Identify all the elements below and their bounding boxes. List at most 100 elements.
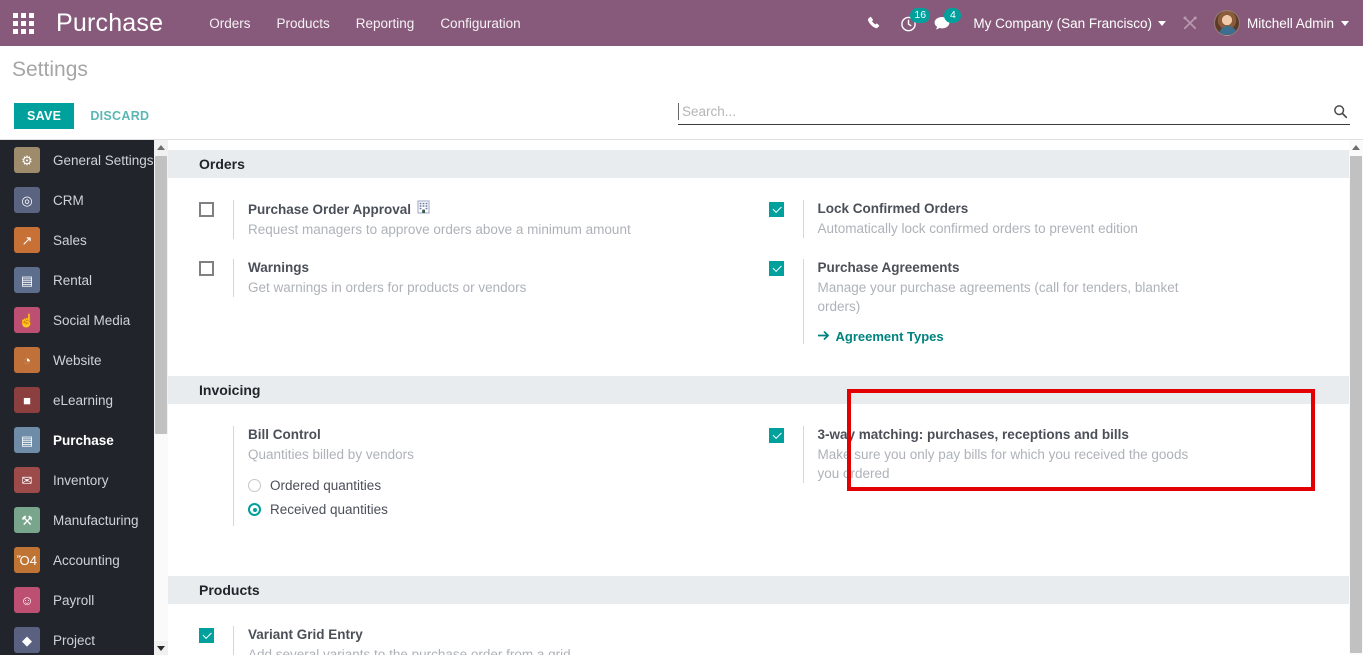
handshake-icon: ◎ [14, 187, 40, 213]
content-scrollbar[interactable] [1349, 140, 1363, 655]
sidebar-item-accounting[interactable]: Ὄ4 Accounting [0, 540, 168, 580]
discard-button[interactable]: DISCARD [82, 103, 157, 129]
search-input[interactable] [678, 103, 1331, 120]
box-icon: ✉ [14, 467, 40, 493]
invoice-icon: Ὄ4 [14, 547, 40, 573]
setting-description: Automatically lock confirmed orders to p… [817, 221, 1138, 236]
setting-warnings: Warnings Get warnings in orders for produ… [168, 259, 759, 344]
settings-row: Purchase Order Approval Request managers … [168, 200, 1349, 259]
checkbox-variant-grid-entry[interactable] [199, 628, 214, 643]
wrench-icon: ⚒ [14, 507, 40, 533]
clock-activity-icon[interactable]: 16 [891, 0, 931, 46]
setting-text-block: Lock Confirmed Orders Automatically lock … [802, 200, 1138, 238]
setting-description: Add several variants to the purchase ord… [248, 647, 571, 655]
menu-item-products[interactable]: Products [276, 16, 329, 31]
checkbox-purchase-order-approval[interactable] [199, 202, 214, 217]
page-title: Settings [12, 58, 88, 81]
sidebar-item-label: CRM [53, 192, 84, 208]
setting-description: Quantities billed by vendors [248, 447, 414, 462]
sidebar-item-general-settings[interactable]: ⚙ General Settings [0, 140, 168, 180]
agreement-types-link[interactable]: Agreement Types [817, 329, 944, 344]
sidebar-scroll-thumb[interactable] [155, 156, 167, 434]
sidebar-item-project[interactable]: ◆ Project [0, 620, 168, 655]
main-menu: Orders Products Reporting Configuration [209, 16, 520, 31]
scroll-down-arrow-icon[interactable] [154, 641, 168, 655]
sidebar-item-purchase[interactable]: ▤ Purchase [0, 420, 168, 460]
menu-item-orders[interactable]: Orders [209, 16, 250, 31]
user-menu[interactable]: Mitchell Admin [1213, 10, 1355, 36]
setting-text-block: Bill Control Quantities billed by vendors… [233, 426, 414, 526]
app-brand-title: Purchase [56, 8, 164, 37]
sidebar-item-inventory[interactable]: ✉ Inventory [0, 460, 168, 500]
checkbox-purchase-agreements[interactable] [768, 261, 784, 276]
sidebar-item-sales[interactable]: ↗ Sales [0, 220, 168, 260]
user-avatar [1213, 10, 1240, 36]
top-navbar: Purchase Orders Products Reporting Confi… [0, 0, 1363, 46]
gear-icon: ⚙ [14, 147, 40, 173]
checkbox-lock-confirmed-orders[interactable] [768, 202, 784, 217]
radio-label: Ordered quantities [270, 478, 382, 493]
sidebar-item-label: Inventory [53, 472, 109, 488]
company-switcher[interactable]: My Company (San Francisco) [973, 16, 1166, 31]
section-header-products: Products [168, 576, 1349, 604]
company-building-icon [417, 200, 430, 218]
setting-title-text: Bill Control [248, 427, 321, 442]
setting-title: Bill Control [248, 426, 414, 443]
setting-title-text: Purchase Agreements [817, 260, 960, 275]
content-scroll-thumb[interactable] [1350, 156, 1362, 653]
sidebar-item-label: Sales [53, 232, 87, 248]
sidebar-item-website[interactable]: ◔ Website [0, 340, 168, 380]
sidebar-item-manufacturing[interactable]: ⚒ Manufacturing [0, 500, 168, 540]
setting-placeholder [759, 626, 1350, 655]
scroll-up-arrow-icon[interactable] [154, 140, 168, 154]
setting-title-text: Warnings [248, 260, 310, 275]
chat-bubble-icon[interactable]: 4 [925, 0, 962, 46]
settings-sidebar: ⚙ General Settings ◎ CRM ↗ Sales ▤ Rental ☝ Socia… [0, 140, 168, 655]
puzzle-icon: ◆ [14, 627, 40, 653]
setting-title-text: 3-way matching: purchases, receptions an… [817, 427, 1129, 442]
apps-grid-icon[interactable] [0, 0, 46, 46]
setting-text-block: Purchase Agreements Manage your purchase … [802, 259, 1210, 344]
sidebar-item-social-media[interactable]: ☝ Social Media [0, 300, 168, 340]
radio-button[interactable] [248, 479, 261, 492]
sidebar-item-payroll[interactable]: ☺ Payroll [0, 580, 168, 620]
search-icon[interactable] [1331, 104, 1350, 119]
sidebar-item-label: Manufacturing [53, 512, 139, 528]
chevron-down-icon [1341, 20, 1349, 26]
setting-text-block: Variant Grid Entry Add several variants t… [233, 626, 571, 655]
sidebar-scroll-track[interactable] [154, 434, 168, 641]
agreement-types-link-label: Agreement Types [835, 329, 944, 344]
radio-button[interactable] [248, 503, 261, 516]
sidebar-scrollbar[interactable] [154, 140, 168, 655]
radio-option-received-quantities[interactable]: Received quantities [248, 502, 414, 517]
phone-icon[interactable] [857, 0, 891, 46]
page-body: ⚙ General Settings ◎ CRM ↗ Sales ▤ Rental ☝ Socia… [0, 140, 1363, 655]
sidebar-item-rental[interactable]: ▤ Rental [0, 260, 168, 300]
save-button[interactable]: SAVE [14, 103, 75, 129]
settings-content: Orders Purchase Order Approval Request man… [168, 140, 1363, 655]
purchase-card-icon: ▤ [14, 427, 40, 453]
setting-title: 3-way matching: purchases, receptions an… [818, 426, 1210, 443]
settings-row: Bill Control Quantities billed by vendors… [168, 426, 1349, 546]
sidebar-item-label: Purchase [53, 432, 114, 448]
menu-item-reporting[interactable]: Reporting [356, 16, 415, 31]
action-buttons: SAVE DISCARD [14, 103, 157, 129]
developer-tools-icon[interactable] [1174, 0, 1208, 46]
setting-title: Variant Grid Entry [248, 626, 571, 643]
scroll-up-arrow-icon[interactable] [1349, 140, 1363, 154]
sidebar-item-crm[interactable]: ◎ CRM [0, 180, 168, 220]
sidebar-item-label: Rental [53, 272, 93, 288]
radio-label: Received quantities [270, 502, 388, 517]
calendar-icon: ▤ [14, 267, 40, 293]
control-panel: Settings SAVE DISCARD [0, 46, 1363, 140]
sidebar-item-elearning[interactable]: ■ eLearning [0, 380, 168, 420]
setting-three-way-matching: 3-way matching: purchases, receptions an… [759, 426, 1350, 526]
radio-option-ordered-quantities[interactable]: Ordered quantities [248, 478, 414, 493]
checkbox-three-way-matching[interactable] [768, 428, 784, 443]
menu-item-configuration[interactable]: Configuration [440, 16, 520, 31]
setting-purchase-order-approval: Purchase Order Approval Request managers … [168, 200, 759, 239]
sidebar-item-label: Social Media [53, 312, 131, 328]
setting-title: Warnings [248, 259, 526, 276]
checkbox-warnings[interactable] [199, 261, 214, 276]
